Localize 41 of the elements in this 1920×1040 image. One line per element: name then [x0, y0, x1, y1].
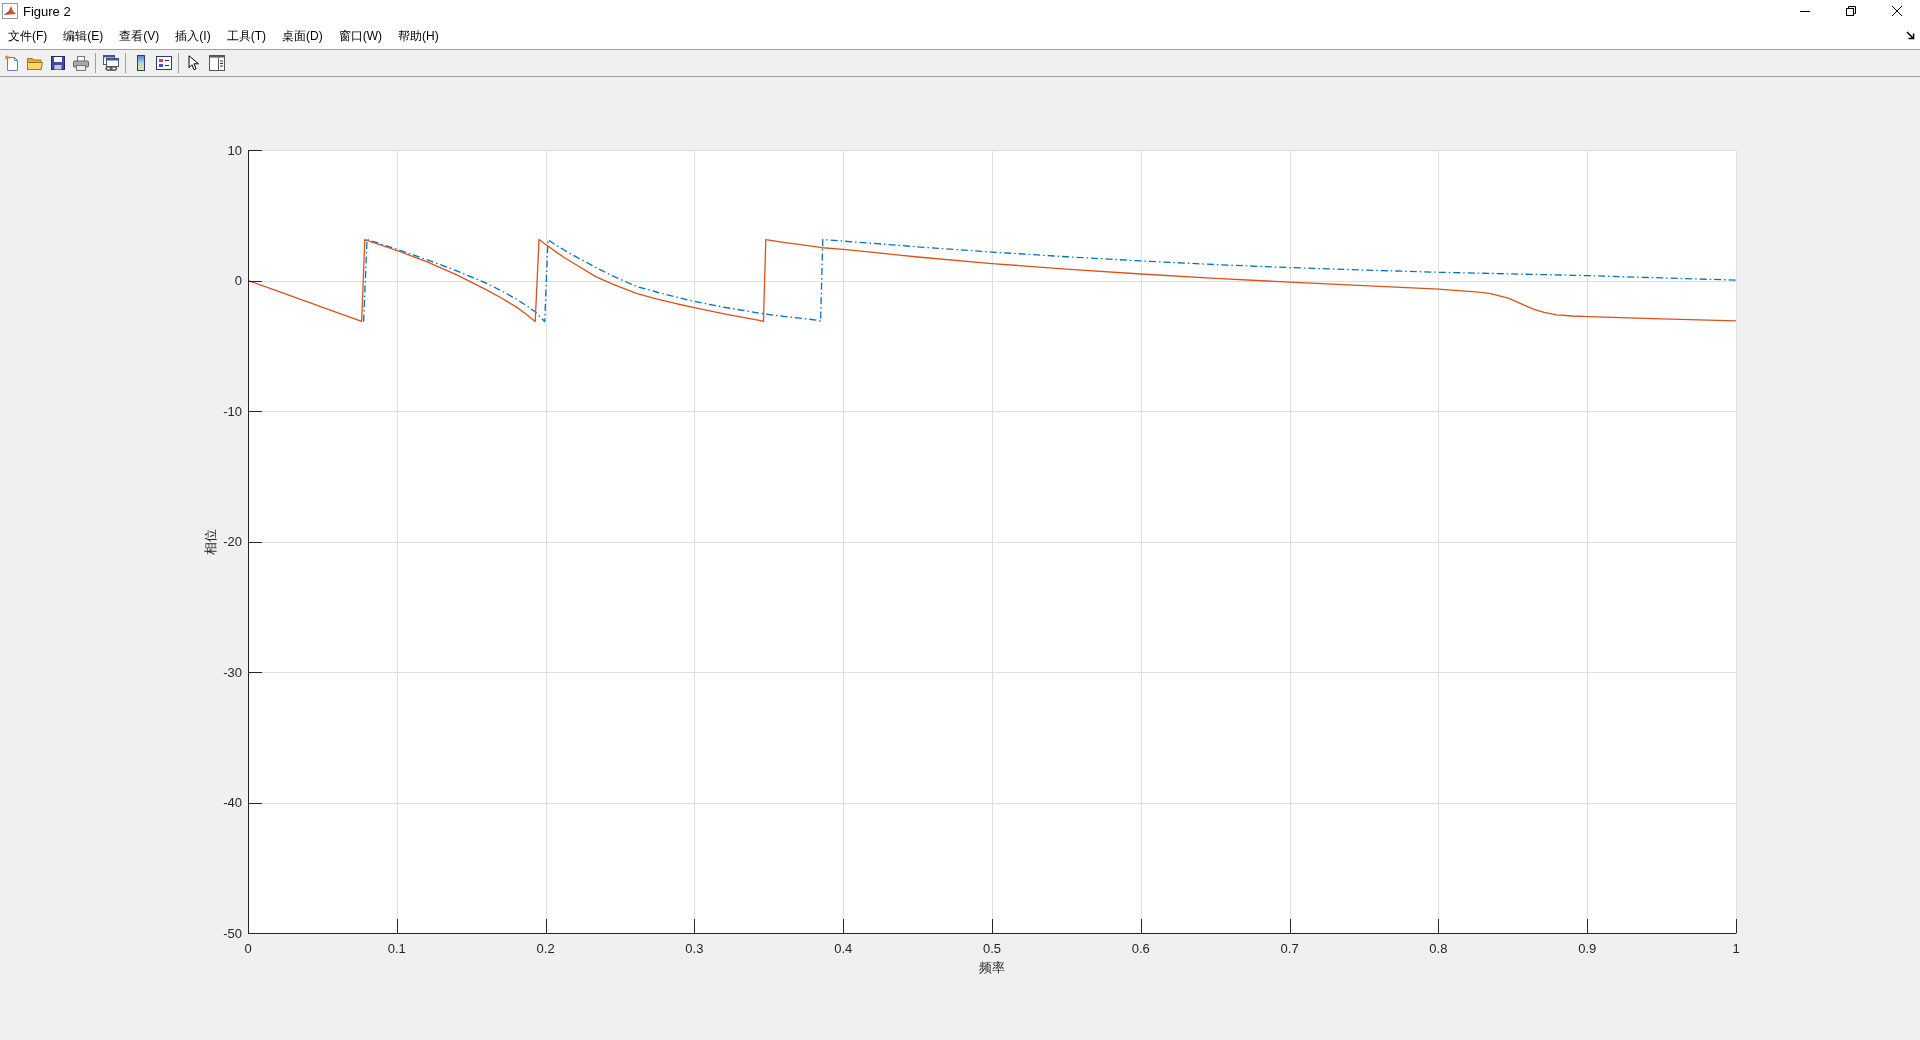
menu-item[interactable]: 编辑(E) [55, 24, 112, 47]
printer-icon [72, 55, 89, 71]
x-tick-label: 0.6 [1131, 940, 1150, 956]
y-tick-label: -50 [223, 925, 242, 941]
menu-item[interactable]: 查看(V) [111, 24, 168, 47]
menu-item[interactable]: 帮助(H) [390, 24, 447, 47]
restore-icon [1846, 6, 1856, 16]
x-tick-label: 0.2 [536, 940, 555, 956]
new-file-icon [3, 55, 20, 71]
linked-windows-icon [102, 55, 119, 71]
y-tick-label: 10 [227, 142, 242, 158]
y-tick-label: -10 [223, 403, 242, 419]
arrow-icon[interactable] [1906, 31, 1915, 40]
x-axis-title: 频率 [979, 959, 1005, 975]
save-icon [49, 55, 66, 71]
window-title: Figure 2 [23, 4, 71, 18]
x-tick-label: 1 [1732, 940, 1740, 956]
legend-icon [155, 55, 172, 71]
y-tick-label: -20 [223, 534, 242, 549]
menu-item[interactable]: 文件(F) [0, 24, 56, 47]
menu-item[interactable]: 窗口(W) [330, 24, 390, 47]
x-tick-label: 0.7 [1280, 940, 1299, 956]
x-tick-label: 0.4 [834, 940, 853, 956]
side-panel-icon [208, 55, 225, 71]
y-tick-label: 0 [234, 273, 242, 288]
menu-item[interactable]: 工具(T) [218, 24, 274, 47]
menu-item[interactable]: 桌面(D) [274, 24, 331, 47]
x-tick-label: 0.8 [1429, 940, 1448, 956]
menu-item[interactable]: 插入(I) [167, 24, 219, 47]
pointer-icon [187, 55, 200, 71]
minimize-icon [1800, 10, 1810, 12]
folder-icon [26, 55, 43, 71]
x-tick-label: 0.9 [1578, 940, 1597, 956]
y-tick-label: -40 [223, 795, 242, 810]
x-tick-label: 0 [244, 940, 252, 956]
x-tick-label: 0.5 [982, 940, 1002, 956]
close-icon [1892, 6, 1902, 16]
x-tick-label: 0.1 [387, 940, 406, 956]
x-tick-label: 0.3 [685, 940, 704, 956]
y-axis-title: 相位 [202, 528, 218, 555]
y-tick-label: -30 [223, 664, 242, 680]
